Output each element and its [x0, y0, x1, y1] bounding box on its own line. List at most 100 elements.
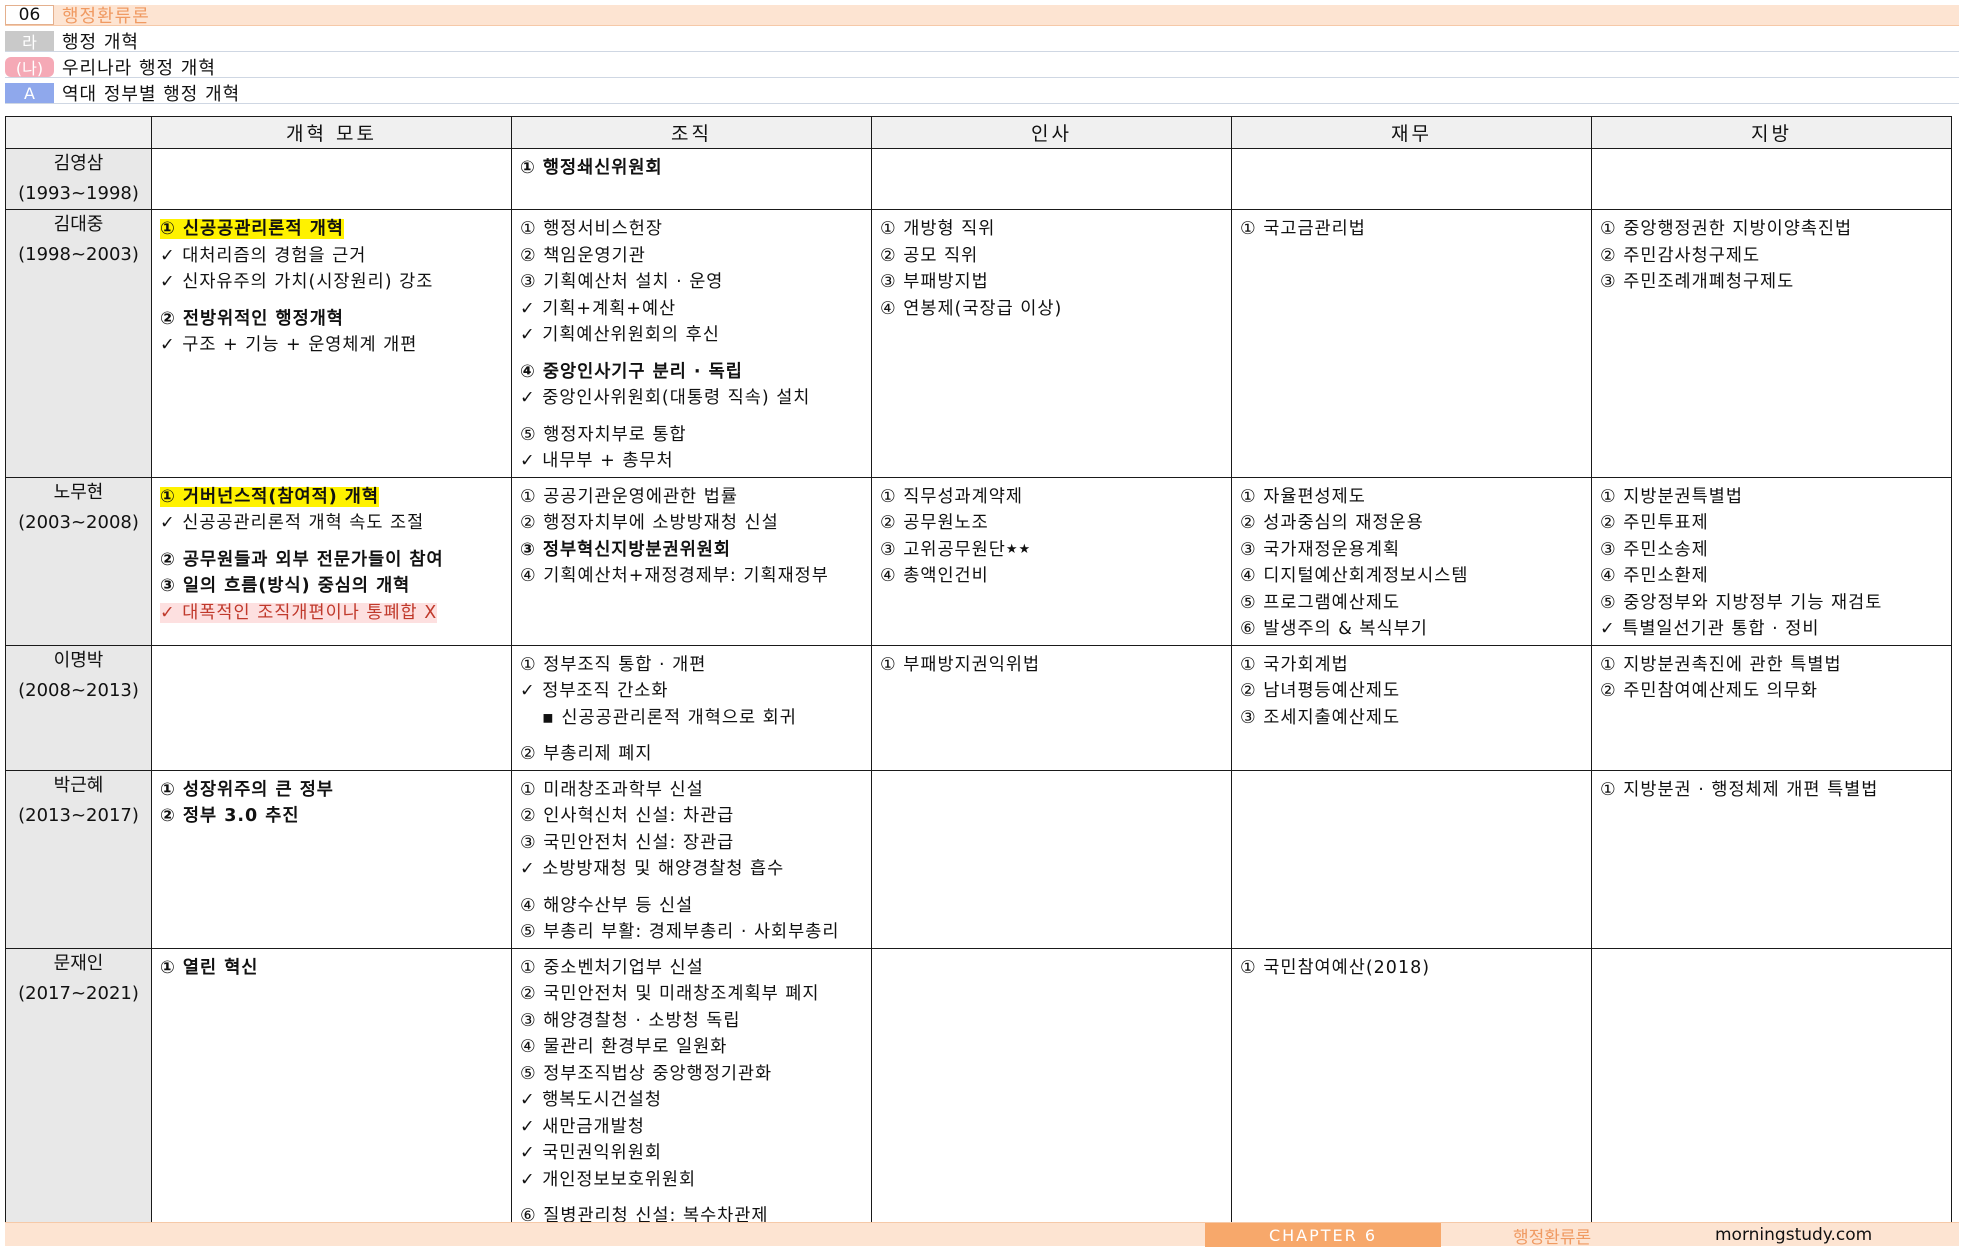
finance-cell: ① 국민참여예산(2018): [1231, 947, 1592, 1233]
local-cell: ① 지방분권 · 행정체제 개편 특별법: [1591, 769, 1952, 949]
list-item-text: ③ 국민안전처 신설: 장관급: [520, 832, 735, 853]
list-item-text: ✓ 소방방재청 및 해양경찰청 흡수: [520, 859, 785, 879]
list-item-text: ⑤ 중앙정부와 지방정부 기능 재검토: [1600, 592, 1883, 613]
list-item: ⑥ 발생주의 & 복식부기: [1240, 616, 1585, 643]
list-item: ① 지방분권 · 행정체제 개편 특별법: [1600, 777, 1945, 804]
list-item: ② 주민참여예산제도 의무화: [1600, 678, 1945, 705]
list-item: ④ 연봉제(국장급 이상): [880, 296, 1225, 323]
list-item: ③ 국가재정운용계획: [1240, 537, 1585, 564]
list-item: ⑤ 정부조직법상 중앙행정기관화: [520, 1061, 865, 1088]
list-item: ① 국고금관리법: [1240, 216, 1585, 243]
list-item-text: ① 국민참여예산(2018): [1240, 957, 1431, 978]
list-item-text: ② 공모 직위: [880, 245, 979, 266]
list-item: ④ 물관리 환경부로 일원화: [520, 1034, 865, 1061]
finance-cell: [1231, 769, 1592, 949]
government-label: 김영삼 (1993~1998): [5, 148, 152, 210]
list-item-text: ① 지방분권 · 행정체제 개편 특별법: [1600, 779, 1879, 800]
list-item: ③ 고위공무원단★★: [880, 537, 1225, 564]
list-item: ✓ 내무부 + 총무처: [520, 448, 865, 475]
government-name: 이명박: [53, 649, 104, 671]
list-item-text: ② 행정자치부에 소방방재청 신설: [520, 513, 779, 533]
organization-cell: ① 중소벤처기업부 신설 ② 국민안전처 및 미래창조계획부 폐지 ③ 해양경찰청 …: [511, 947, 872, 1233]
list-item-text: ② 국민안전처 및 미래창조계획부 폐지: [520, 984, 820, 1004]
list-item: ② 부총리제 폐지: [520, 741, 865, 768]
list-item-text: ① 국가회계법: [1240, 654, 1349, 675]
list-item: ② 책임운영기관: [520, 243, 865, 270]
list-item: ✓ 중앙인사위원회(대통령 직속) 설치: [520, 385, 865, 412]
list-item-text: ✓ 대처리즘의 경험을 근거: [160, 245, 367, 266]
list-item: ✓ 정부조직 간소화: [520, 678, 865, 705]
list-item-text: ② 공무원노조: [880, 513, 989, 533]
list-item-text: ④ 중앙인사기구 분리 · 독립: [520, 361, 743, 382]
local-cell: [1591, 148, 1952, 210]
government-label: 박근혜 (2013~2017): [5, 769, 152, 949]
finance-cell: ① 자율편성제도 ② 성과중심의 재정운용 ③ 국가재정운용계획 ④ 디지털예산회계정…: [1231, 476, 1592, 646]
list-item: ✓ 국민권익위원회: [520, 1140, 865, 1167]
list-item: ① 국가회계법: [1240, 652, 1585, 679]
list-item: ① 공공기관운영에관한 법률: [520, 484, 865, 511]
list-item-text: ⑤ 행정자치부로 통합: [520, 424, 687, 445]
personnel-cell: ① 직무성과계약제 ② 공무원노조 ③ 고위공무원단★★ ④ 총액인건비: [871, 476, 1232, 646]
list-item: ③ 국민안전처 신설: 장관급: [520, 830, 865, 857]
list-item-text: ① 부패방지권익위법: [880, 654, 1041, 675]
list-item: ① 부패방지권익위법: [880, 652, 1225, 679]
list-item: ✓ 소방방재청 및 해양경찰청 흡수: [520, 856, 865, 883]
list-item-text: ✓ 신자유주의 가치(시장원리) 강조: [160, 272, 434, 292]
government-name: 김대중: [53, 214, 104, 235]
list-item: ① 지방분권촉진에 관한 특별법: [1600, 652, 1945, 679]
list-item-text: ③ 조세지출예산제도: [1240, 707, 1401, 728]
footer-site: morningstudy.com: [1715, 1225, 1873, 1245]
list-item-text: ✓ 대폭적인 조직개편이나 통폐합 X: [160, 602, 438, 623]
organization-cell: ① 행정서비스헌장 ② 책임운영기관 ③ 기획예산처 설치 · 운영 ✓ 기획+계획+…: [511, 209, 872, 478]
list-item: ✓ 특별일선기관 통합 · 정비: [1600, 616, 1945, 643]
list-item: ⑤ 프로그램예산제도: [1240, 590, 1585, 617]
section-label: 라: [5, 31, 54, 52]
column-header-organization: 조직: [511, 116, 872, 149]
list-item-text: ① 지방분권촉진에 관한 특별법: [1600, 654, 1842, 675]
list-item: ① 중앙행정권한 지방이양촉진법: [1600, 216, 1945, 243]
list-item: ④ 총액인건비: [880, 563, 1225, 590]
list-item: ⑤ 부총리 부활: 경제부총리 · 사회부총리: [520, 919, 865, 946]
list-item: ✓ 대처리즘의 경험을 근거: [160, 243, 505, 270]
list-item-text: ① 개방형 직위: [880, 219, 996, 239]
list-item-text: ② 주민참여예산제도 의무화: [1600, 681, 1818, 701]
list-item-text: ② 주민투표제: [1600, 513, 1709, 533]
list-item: ① 정부조직 통합 · 개편: [520, 652, 865, 679]
motto-cell: ① 성장위주의 큰 정부 ② 정부 3.0 추진: [151, 769, 512, 949]
list-item-text: ⑤ 정부조직법상 중앙행정기관화: [520, 1063, 773, 1084]
local-cell: ① 지방분권특별법 ② 주민투표제 ③ 주민소송제 ④ 주민소환제 ⑤ 중앙정부와 지방…: [1591, 476, 1952, 646]
government-years: (2008~2013): [18, 679, 139, 701]
government-name: 박근혜: [53, 774, 104, 796]
personnel-cell: [871, 769, 1232, 949]
list-item: ② 인사혁신처 신설: 차관급: [520, 803, 865, 830]
list-item: ④ 기획예산처+재정경제부: 기획재정부: [520, 563, 865, 590]
list-item-text: ③ 정부혁신지방분권위원회: [520, 539, 732, 560]
list-item: ② 공모 직위: [880, 243, 1225, 270]
organization-cell: ① 미래창조과학부 신설 ② 인사혁신처 신설: 차관급 ③ 국민안전처 신설: 장…: [511, 769, 872, 949]
list-item-text: ③ 해양경찰청 · 소방청 독립: [520, 1010, 741, 1031]
list-item-text: ④ 물관리 환경부로 일원화: [520, 1037, 728, 1057]
list-item-text: ① 거버넌스적(참여적) 개혁: [160, 486, 379, 507]
local-cell: ① 중앙행정권한 지방이양촉진법 ② 주민감사청구제도 ③ 주민조례개폐청구제도: [1591, 209, 1952, 478]
organization-cell: ① 행정쇄신위원회: [511, 148, 872, 210]
list-item: ③ 주민조례개폐청구제도: [1600, 269, 1945, 296]
list-item-text: ④ 총액인건비: [880, 566, 989, 586]
list-item: ✓ 기획+계획+예산: [520, 296, 865, 323]
list-item: ① 거버넌스적(참여적) 개혁: [160, 484, 505, 511]
list-item-text: ✓ 새만금개발청: [520, 1116, 645, 1137]
column-header-local: 지방: [1591, 116, 1952, 149]
list-item: ② 행정자치부에 소방방재청 신설: [520, 510, 865, 537]
footer-title: 행정환류론: [1513, 1227, 1592, 1248]
list-item: ③ 기획예산처 설치 · 운영: [520, 269, 865, 296]
list-item: ① 국민참여예산(2018): [1240, 955, 1585, 982]
topic-title: 역대 정부별 행정 개혁: [62, 84, 241, 105]
list-item-text: ▪ 신공공관리론적 개혁으로 회귀: [542, 707, 797, 728]
list-item: ✓ 대폭적인 조직개편이나 통폐합 X: [160, 600, 505, 627]
list-item: ✓ 행복도시건설청: [520, 1087, 865, 1114]
table-row: 문재인 (2017~2021) ① 열린 혁신 ① 중소벤처기업부 신설 ② 국민안전처…: [5, 947, 1952, 1233]
list-item-text: ① 정부조직 통합 · 개편: [520, 654, 707, 675]
list-item: ✓ 개인정보보호위원회: [520, 1167, 865, 1194]
list-item-text: ③ 국가재정운용계획: [1240, 539, 1401, 560]
table-row: 김대중 (1998~2003) ① 신공공관리론적 개혁 ✓ 대처리즘의 경험을 근거…: [5, 209, 1952, 478]
list-item-text: ② 책임운영기관: [520, 245, 646, 266]
